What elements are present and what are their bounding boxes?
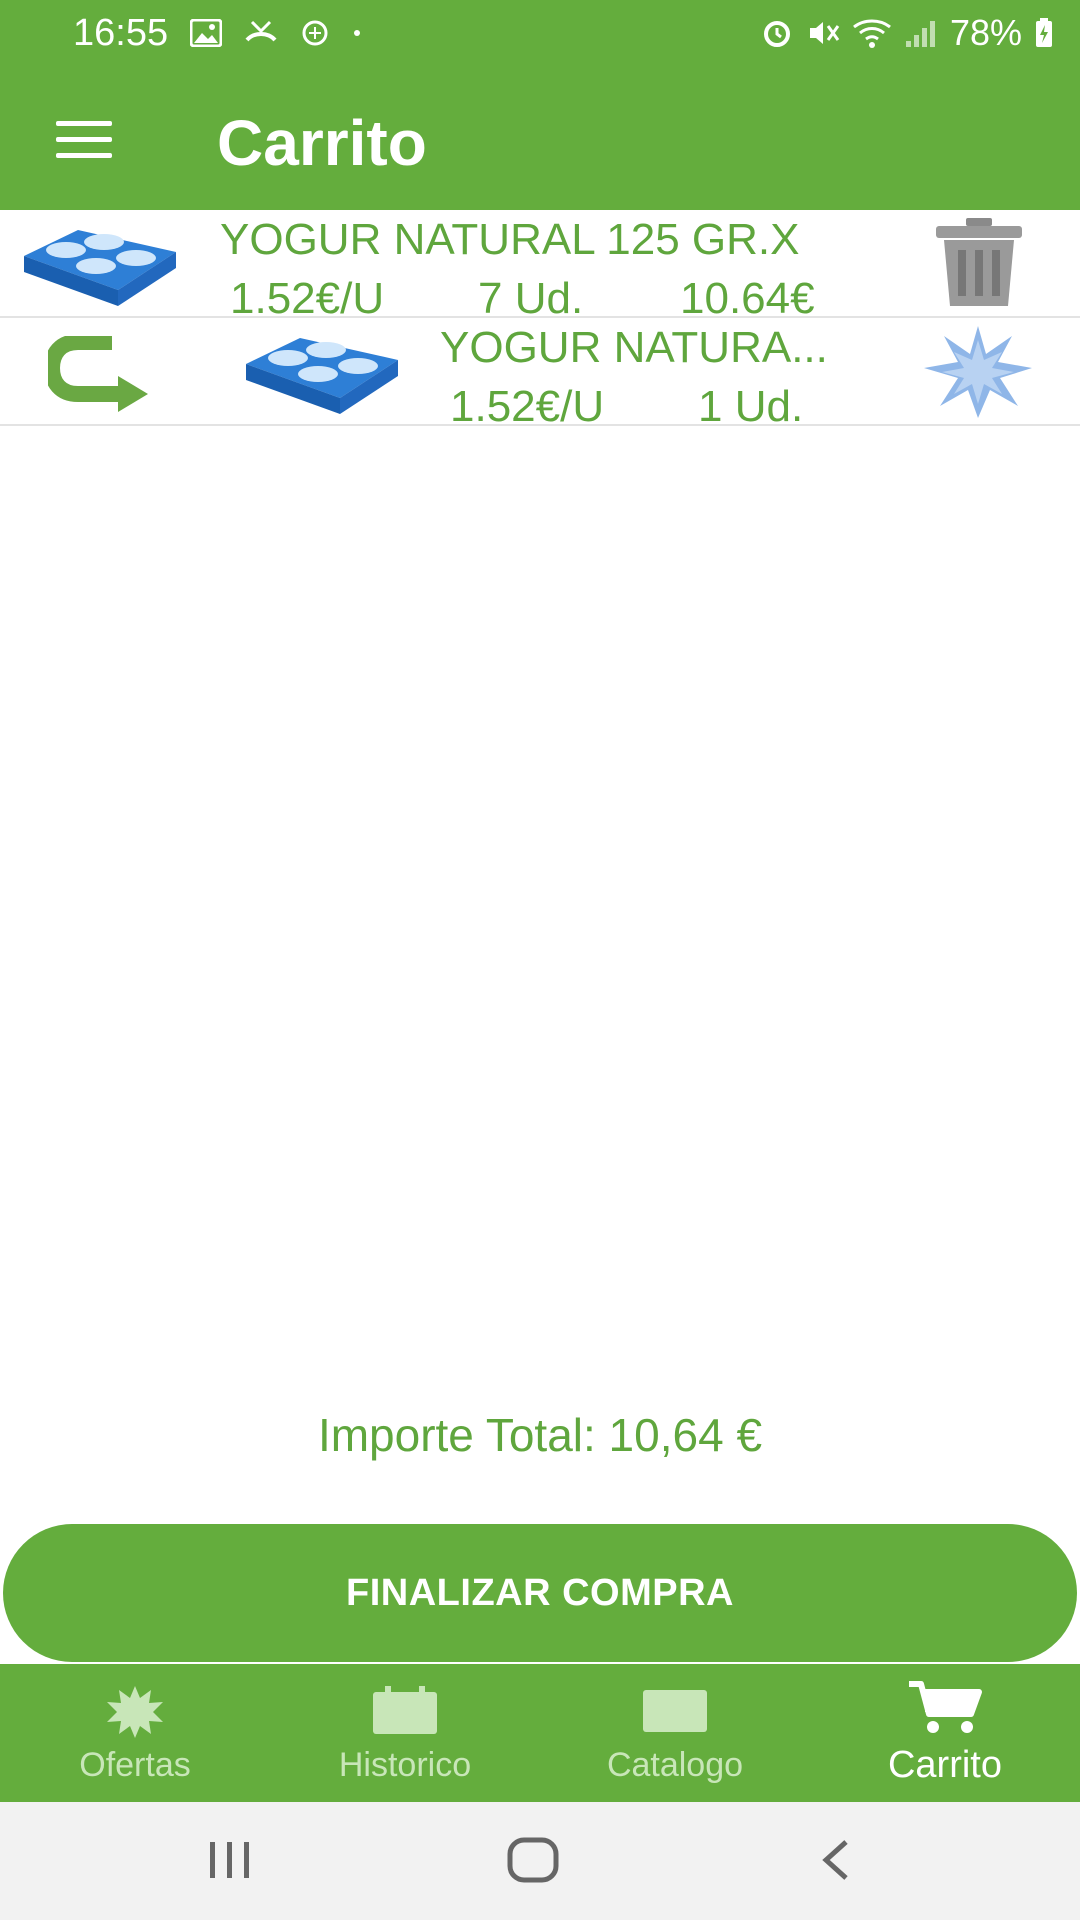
nav-label-historico: Historico <box>338 1746 472 1784</box>
item-name: YOGUR NATURA... <box>440 323 828 372</box>
bottom-nav: Ofertas Historico Catalogo Carrito <box>0 1664 1080 1802</box>
nav-label-ofertas: Ofertas <box>79 1746 191 1784</box>
nav-item-catalogo[interactable]: Catalogo <box>540 1664 810 1802</box>
status-bar: 16:55 78% <box>0 0 1080 70</box>
yogurt-product-image <box>24 230 176 306</box>
status-right-icons: 78% <box>760 12 1054 54</box>
battery-icon <box>1036 18 1052 47</box>
item-unit-price: 1.52€/U <box>450 382 605 431</box>
app-notification-icon <box>302 20 328 46</box>
wifi-icon <box>853 19 891 48</box>
alarm-icon <box>763 21 790 47</box>
back-icon[interactable] <box>816 1836 856 1884</box>
item-subtotal: 10.64€ <box>680 274 815 323</box>
yogurt-product-image <box>246 338 398 414</box>
notification-icons <box>190 18 362 48</box>
starburst-icon <box>107 1686 163 1738</box>
item-quantity: 7 Ud. <box>478 274 584 323</box>
nav-label-carrito: Carrito <box>887 1744 1003 1786</box>
cart-item[interactable]: YOGUR NATURAL 125 GR.X 1.52€/U 7 Ud. 10.… <box>0 210 1080 323</box>
signal-icon <box>905 21 935 47</box>
battery-percent: 78% <box>949 12 1022 53</box>
nav-item-carrito[interactable]: Carrito <box>810 1664 1080 1802</box>
cart-icon <box>909 1681 982 1733</box>
gallery-icon <box>190 19 222 47</box>
cart-list: YOGUR NATURAL 125 GR.X 1.52€/U 7 Ud. 10.… <box>0 210 1080 431</box>
recent-apps-icon[interactable] <box>206 1836 254 1884</box>
hamburger-menu-icon[interactable] <box>46 116 122 164</box>
app-bar: Carrito <box>0 70 1080 210</box>
mute-icon <box>809 22 840 44</box>
calendar-icon <box>373 1686 437 1734</box>
item-unit-price: 1.52€/U <box>230 274 385 323</box>
trash-icon[interactable] <box>932 216 1026 308</box>
checkout-button[interactable]: FINALIZAR COMPRA <box>3 1524 1077 1662</box>
missed-call-icon <box>245 20 277 42</box>
nav-item-ofertas[interactable]: Ofertas <box>0 1664 270 1802</box>
page-title: Carrito <box>217 107 427 179</box>
return-arrow-icon[interactable] <box>48 336 152 420</box>
system-nav-bar <box>0 1802 1080 1920</box>
status-time: 16:55 <box>73 12 169 54</box>
nav-label-catalogo: Catalogo <box>606 1746 744 1784</box>
dot-icon <box>354 30 360 36</box>
item-name: YOGUR NATURAL 125 GR.X <box>220 215 800 264</box>
catalog-icon <box>643 1690 707 1732</box>
item-quantity: 1 Ud. <box>698 382 804 431</box>
starburst-badge-icon[interactable] <box>920 324 1036 420</box>
total-amount: Importe Total: 10,64 € <box>317 1409 763 1461</box>
nav-item-historico[interactable]: Historico <box>270 1664 540 1802</box>
cart-item[interactable]: YOGUR NATURA... 1.52€/U 1 Ud. <box>0 318 1080 431</box>
home-icon[interactable] <box>506 1836 562 1886</box>
